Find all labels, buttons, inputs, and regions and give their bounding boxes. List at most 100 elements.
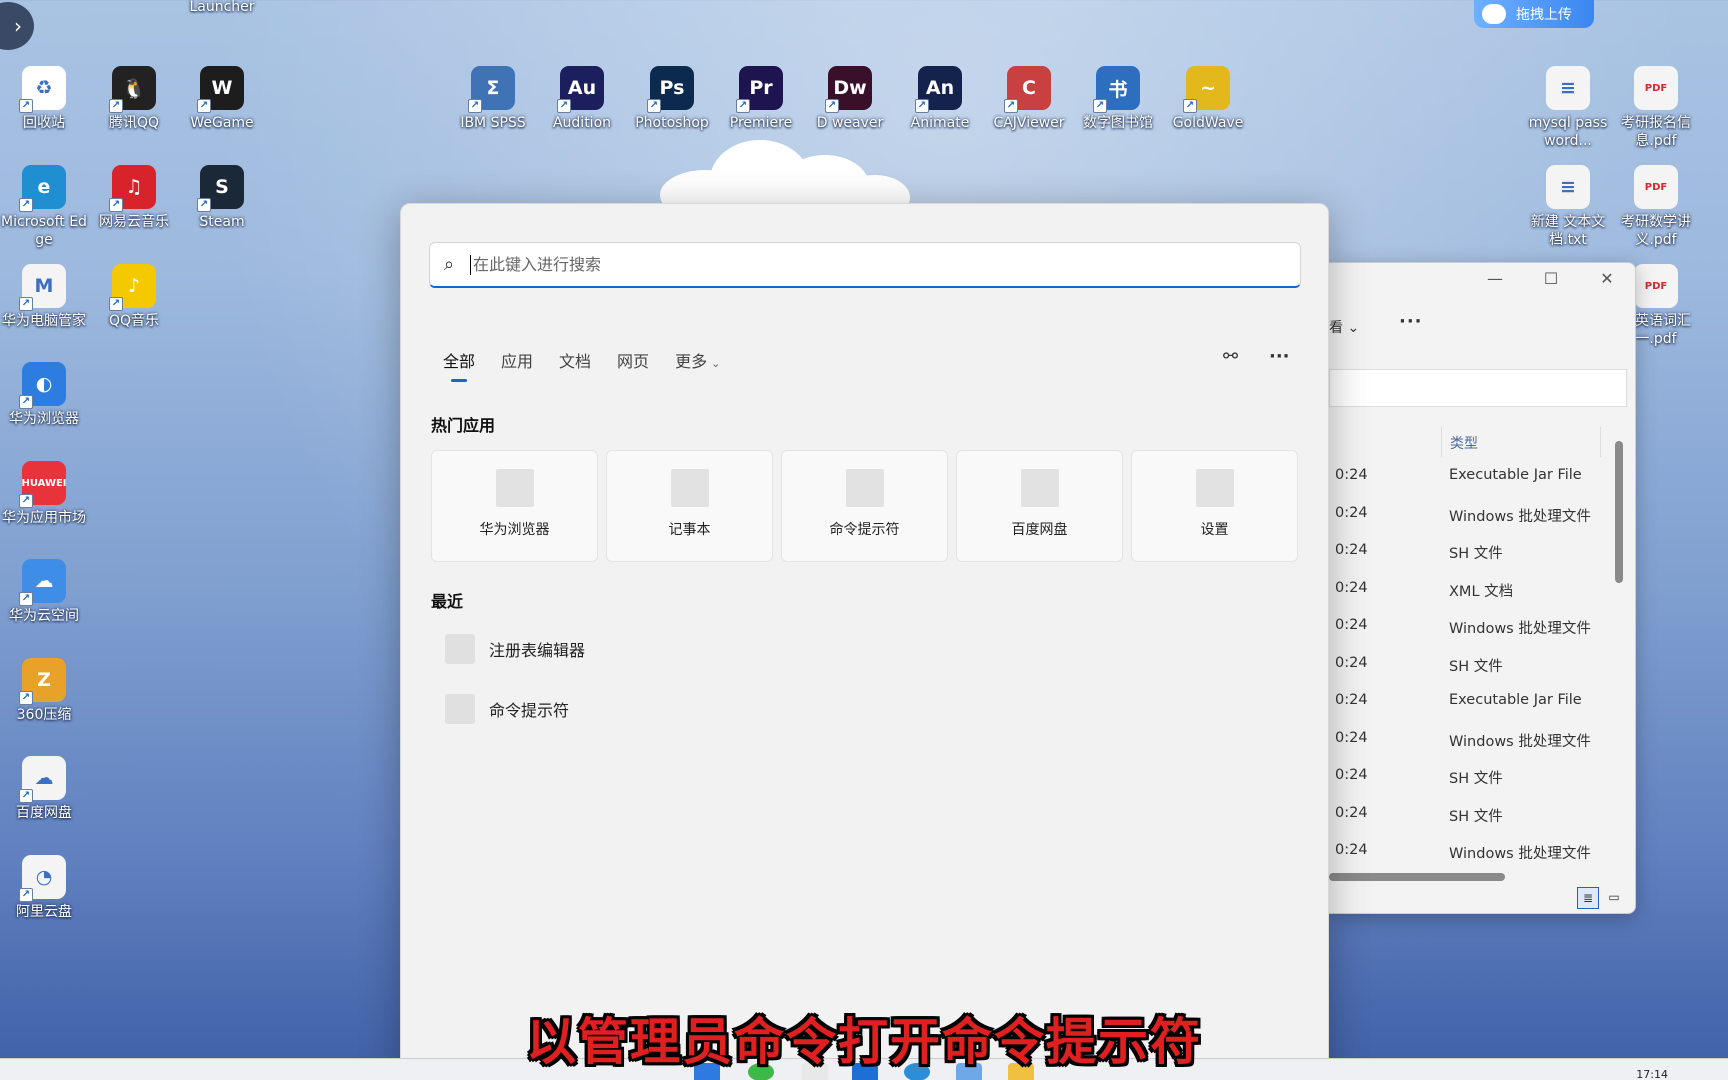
desktop-icon-label: 华为电脑管家: [2, 313, 86, 329]
shortcut-arrow-icon: ↗: [19, 395, 33, 409]
app-placeholder-icon: [445, 634, 475, 664]
desktop-icon[interactable]: ♻ ↗ 回收站: [0, 66, 88, 132]
more-options-icon[interactable]: ···: [1399, 311, 1423, 332]
app-placeholder-icon: [845, 469, 884, 507]
desktop-icon-label: CAJViewer: [993, 115, 1065, 131]
desktop-icon-label: 考研报名信息.pdf: [1621, 115, 1691, 149]
table-row[interactable]: 0:24 XML 文档: [1329, 572, 1619, 609]
horizontal-scrollbar[interactable]: [1329, 873, 1505, 881]
desktop-icon[interactable]: ◔ ↗ 阿里云盘: [0, 855, 88, 921]
recent-item[interactable]: 注册表编辑器: [445, 634, 585, 664]
desktop-icon[interactable]: 🐧 ↗ 腾讯QQ: [90, 66, 178, 132]
top-app-tile[interactable]: 设置: [1131, 450, 1298, 562]
shortcut-arrow-icon: ↗: [1004, 99, 1018, 113]
shortcut-arrow-icon: ↗: [736, 99, 750, 113]
desktop-icon[interactable]: C ↗ CAJViewer: [985, 66, 1073, 132]
tab-1[interactable]: 应用: [501, 348, 533, 382]
table-row[interactable]: 0:24 Windows 批处理文件: [1329, 497, 1619, 534]
desktop-icon[interactable]: HUAWEI ↗ 华为应用市场: [0, 461, 88, 527]
desktop-icon[interactable]: ↗Epic Games Launcher: [178, 0, 266, 16]
desktop-icon[interactable]: ~ ↗ GoldWave: [1164, 66, 1252, 132]
top-app-tile[interactable]: 百度网盘: [956, 450, 1123, 562]
desktop-icon[interactable]: Pr ↗ Premiere: [717, 66, 805, 132]
shortcut-arrow-icon: ↗: [1183, 99, 1197, 113]
search-input[interactable]: [473, 244, 1300, 285]
tab-4[interactable]: 更多 ⌄: [675, 348, 720, 382]
vertical-scrollbar[interactable]: [1615, 441, 1623, 583]
more-options-icon[interactable]: ···: [1269, 346, 1290, 367]
desktop-icon[interactable]: M ↗ 华为电脑管家: [0, 264, 88, 330]
shortcut-arrow-icon: ↗: [197, 99, 211, 113]
desktop-icon[interactable]: Σ ↗ IBM SPSS: [449, 66, 537, 132]
top-apps-title: 热门应用: [431, 416, 496, 435]
desktop-icon[interactable]: ◐ ↗ 华为浏览器: [0, 362, 88, 428]
top-app-tile[interactable]: 记事本: [606, 450, 773, 562]
table-row[interactable]: 0:24 SH 文件: [1329, 797, 1619, 834]
file-explorer-window[interactable]: — ☐ ✕ 看 ⌄ ··· 类型 0:24 Executable Jar File…: [1328, 262, 1636, 914]
table-row[interactable]: 0:24 SH 文件: [1329, 759, 1619, 796]
desktop-icon[interactable]: Au ↗ Audition: [538, 66, 626, 132]
app-icon: PDF: [1634, 264, 1678, 308]
desktop-icon-label: Steam: [199, 214, 245, 230]
top-app-tile[interactable]: 华为浏览器: [431, 450, 598, 562]
search-box[interactable]: [1329, 369, 1627, 407]
table-row[interactable]: 0:24 SH 文件: [1329, 534, 1619, 571]
file-type: XML 文档: [1449, 583, 1514, 600]
table-row[interactable]: 0:24 Windows 批处理文件: [1329, 834, 1619, 871]
desktop-icon[interactable]: ☁ ↗ 百度网盘: [0, 756, 88, 822]
desktop-icon[interactable]: Dw ↗ D weaver: [806, 66, 894, 132]
desktop-icon[interactable]: ♫ ↗ 网易云音乐: [90, 165, 178, 231]
desktop-icon[interactable]: ≡ 新建 文本文档.txt: [1524, 165, 1612, 249]
minimize-icon[interactable]: —: [1467, 263, 1523, 293]
desktop-icon[interactable]: S ↗ Steam: [178, 165, 266, 231]
search-bar[interactable]: ⌕: [429, 242, 1301, 288]
desktop-icon-label: 回收站: [23, 115, 65, 131]
desktop-icon[interactable]: Ps ↗ Photoshop: [628, 66, 716, 132]
column-header-type[interactable]: 类型: [1441, 427, 1601, 457]
desktop-icon-label: 360压缩: [16, 707, 72, 723]
details-view-icon[interactable]: ≣: [1577, 887, 1599, 909]
desktop-icon-label: IBM SPSS: [460, 115, 526, 131]
app-icon: PDF: [1634, 165, 1678, 209]
search-panel: ⌕ 全部应用文档网页更多⌄ ⚯ ··· 热门应用 华为浏览器记事本命令提示符百度…: [400, 203, 1329, 1080]
desktop-icon-label: Animate: [910, 115, 970, 131]
desktop-icon[interactable]: ☁ ↗ 华为云空间: [0, 559, 88, 625]
view-menu-button[interactable]: 看 ⌄: [1329, 317, 1359, 337]
desktop-icon[interactable]: PDF 考研数学讲义.pdf: [1612, 165, 1700, 249]
shortcut-arrow-icon: ↗: [825, 99, 839, 113]
table-row[interactable]: 0:24 SH 文件: [1329, 647, 1619, 684]
desktop-icon[interactable]: ≡ mysql password...: [1524, 66, 1612, 150]
search-icon: ⌕: [444, 254, 455, 275]
desktop-icon-label: 华为浏览器: [9, 411, 79, 427]
desktop-icon[interactable]: ♪ ↗ QQ音乐: [90, 264, 178, 330]
tab-label: 应用: [501, 352, 534, 371]
desktop-icon[interactable]: 书 ↗ 数字图书馆: [1074, 66, 1162, 132]
drag-upload-button[interactable]: 拖拽上传: [1474, 0, 1594, 28]
recent-item-label: 注册表编辑器: [489, 641, 586, 660]
tab-3[interactable]: 网页: [617, 348, 649, 382]
close-icon[interactable]: ✕: [1579, 263, 1635, 293]
maximize-icon[interactable]: ☐: [1523, 263, 1579, 293]
tiles-view-icon[interactable]: ▭: [1603, 887, 1625, 909]
desktop-icon[interactable]: PDF 考研报名信息.pdf: [1612, 66, 1700, 150]
share-accounts-icon[interactable]: ⚯: [1223, 346, 1238, 367]
desktop-icon[interactable]: e ↗ Microsoft Edge: [0, 165, 88, 249]
table-row[interactable]: 0:24 Windows 批处理文件: [1329, 609, 1619, 646]
recent-item[interactable]: 命令提示符: [445, 694, 569, 724]
desktop-icon[interactable]: Z ↗ 360压缩: [0, 658, 88, 724]
file-type: Windows 批处理文件: [1449, 846, 1591, 862]
desktop-icon[interactable]: An ↗ Animate: [896, 66, 984, 132]
tab-2[interactable]: 文档: [559, 348, 591, 382]
app-icon: ♫ ↗: [109, 165, 156, 212]
desktop-icon-label: Premiere: [729, 115, 793, 131]
desktop-icon[interactable]: W ↗ WeGame: [178, 66, 266, 132]
tab-0[interactable]: 全部: [443, 348, 475, 382]
app-placeholder-icon: [445, 694, 475, 724]
chevron-down-icon: ⌄: [711, 357, 721, 370]
app-placeholder-icon: [1195, 469, 1234, 507]
top-app-tile[interactable]: 命令提示符: [781, 450, 948, 562]
table-row[interactable]: 0:24 Executable Jar File: [1329, 459, 1619, 496]
app-placeholder-icon: [670, 469, 709, 507]
table-row[interactable]: 0:24 Executable Jar File: [1329, 684, 1619, 721]
table-row[interactable]: 0:24 Windows 批处理文件: [1329, 722, 1619, 759]
